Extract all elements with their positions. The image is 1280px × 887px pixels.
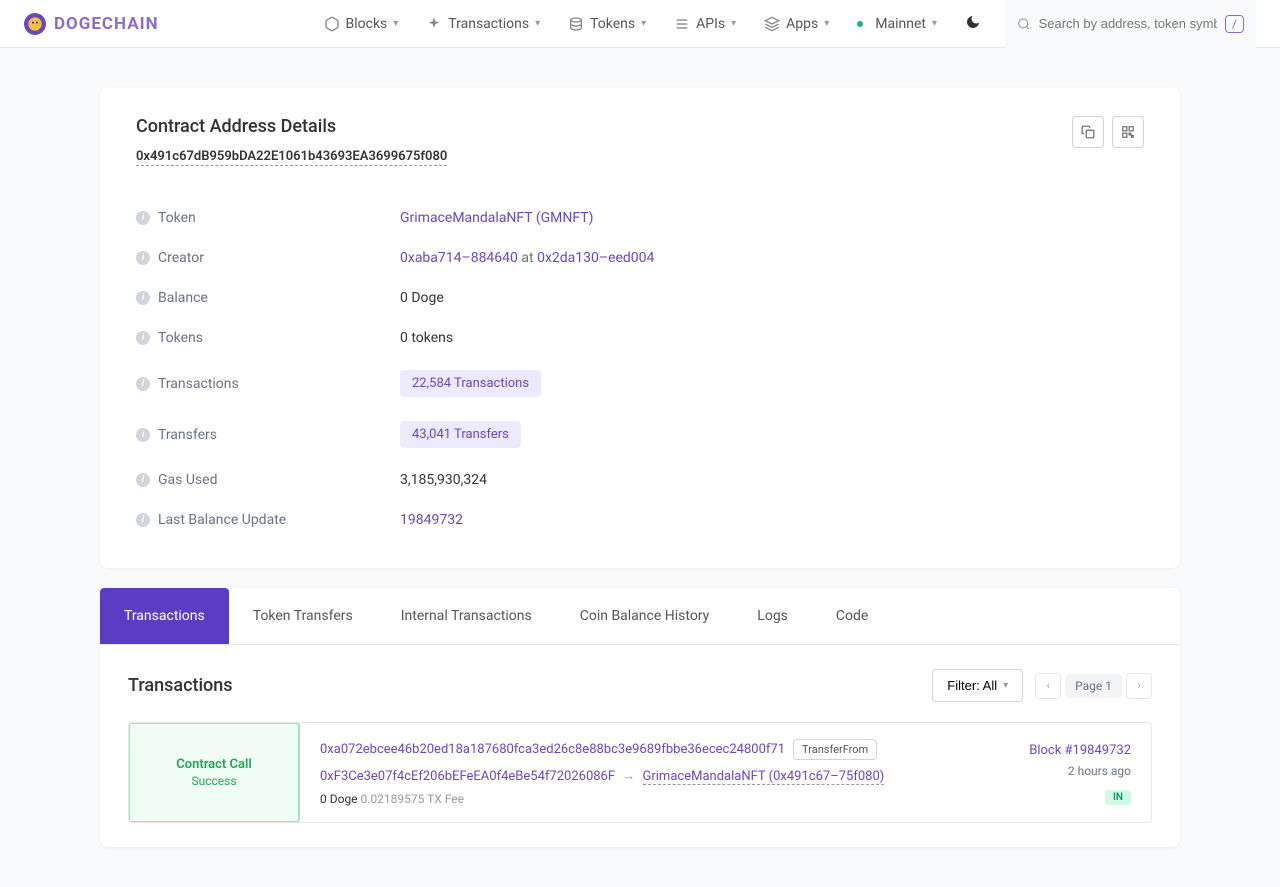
nav-transactions[interactable]: Transactions▾ — [414, 8, 552, 40]
creator-tx-link[interactable]: 0x2da130–eed004 — [537, 250, 654, 266]
field-last-update: iLast Balance Update 19849732 — [136, 500, 1144, 540]
moon-icon — [965, 14, 981, 30]
nav-blocks[interactable]: Blocks▾ — [312, 8, 411, 40]
cube-icon — [324, 16, 340, 32]
field-token: iToken GrimaceMandalaNFT (GMNFT) — [136, 198, 1144, 238]
transaction-row: Contract Call Success 0xa072ebcee46b20ed… — [128, 722, 1152, 823]
logo-icon — [24, 13, 46, 35]
field-transfers: iTransfers 43,041 Transfers — [136, 409, 1144, 460]
tx-status-box: Contract Call Success — [128, 722, 300, 823]
tab-coin-history[interactable]: Coin Balance History — [556, 588, 734, 644]
tab-internal[interactable]: Internal Transactions — [377, 588, 556, 644]
transactions-badge[interactable]: 22,584 Transactions — [400, 370, 541, 397]
tabs: Transactions Token Transfers Internal Tr… — [100, 588, 1180, 645]
info-icon[interactable]: i — [136, 428, 150, 442]
transfers-badge[interactable]: 43,041 Transfers — [400, 421, 521, 448]
tx-value: 0 Doge — [320, 792, 358, 806]
filter-button[interactable]: Filter: All ▾ — [932, 669, 1023, 702]
page-prev[interactable]: ‹ — [1035, 673, 1061, 699]
copy-button[interactable] — [1072, 116, 1104, 148]
chevron-down-icon: ▾ — [932, 18, 937, 29]
tab-code[interactable]: Code — [812, 588, 892, 644]
logo[interactable]: DOGECHAIN — [24, 13, 159, 35]
method-badge: TransferFrom — [793, 739, 877, 760]
tx-block-link[interactable]: Block #19849732 — [1029, 743, 1131, 758]
list-icon — [674, 16, 690, 32]
info-icon[interactable]: i — [136, 513, 150, 527]
page-indicator: Page 1 — [1065, 674, 1122, 698]
info-icon[interactable]: i — [136, 331, 150, 345]
field-tokens: iTokens 0 tokens — [136, 318, 1144, 358]
status-dot — [857, 21, 863, 27]
token-link[interactable]: GrimaceMandalaNFT (GMNFT) — [400, 210, 593, 226]
tx-status: Success — [191, 774, 236, 788]
search-box[interactable]: / — [1005, 0, 1256, 48]
coin-icon — [568, 16, 584, 32]
theme-toggle[interactable] — [953, 6, 993, 42]
logo-text: DOGECHAIN — [54, 14, 159, 34]
contract-address[interactable]: 0x491c67dB959bDA22E1061b43693EA3699675f0… — [136, 149, 447, 166]
chevron-down-icon: ▾ — [393, 18, 398, 29]
tab-token-transfers[interactable]: Token Transfers — [229, 588, 377, 644]
creator-address-link[interactable]: 0xaba714–884640 — [400, 250, 518, 266]
field-gas-used: iGas Used 3,185,930,324 — [136, 460, 1144, 500]
qr-button[interactable] — [1112, 116, 1144, 148]
search-kbd: / — [1225, 15, 1244, 33]
nav-apis[interactable]: APIs▾ — [662, 8, 748, 40]
info-icon[interactable]: i — [136, 251, 150, 265]
field-balance: iBalance 0 Doge — [136, 278, 1144, 318]
arrow-icon: → — [622, 769, 635, 784]
search-icon — [1017, 16, 1031, 32]
chevron-down-icon: ▾ — [1003, 680, 1008, 691]
nav-apps[interactable]: Apps▾ — [752, 8, 841, 40]
tx-type: Contract Call — [176, 757, 252, 772]
section-title: Transactions — [128, 675, 233, 696]
tx-from-link[interactable]: 0xF3Ce3e07f4cEf206bEFeEA0f4eBe54f7202608… — [320, 769, 615, 784]
chevron-down-icon: ▾ — [535, 18, 540, 29]
chevron-down-icon: ▾ — [731, 18, 736, 29]
search-input[interactable] — [1031, 16, 1225, 31]
layers-icon — [764, 16, 780, 32]
info-icon[interactable]: i — [136, 291, 150, 305]
tab-transactions[interactable]: Transactions — [100, 588, 229, 644]
contract-details-card: Contract Address Details 0x491c67dB959bD… — [100, 88, 1180, 568]
last-update-link[interactable]: 19849732 — [400, 512, 463, 528]
info-icon[interactable]: i — [136, 473, 150, 487]
page-next[interactable]: › — [1126, 673, 1152, 699]
tx-hash-link[interactable]: 0xa072ebcee46b20ed18a187680fca3ed26c8e88… — [320, 742, 785, 757]
qr-icon — [1121, 125, 1135, 139]
field-creator: iCreator 0xaba714–884640 at 0x2da130–eed… — [136, 238, 1144, 278]
info-icon[interactable]: i — [136, 211, 150, 225]
direction-badge: IN — [1105, 790, 1131, 805]
info-icon[interactable]: i — [136, 377, 150, 391]
tab-logs[interactable]: Logs — [733, 588, 812, 644]
tx-time: 2 hours ago — [1029, 764, 1131, 778]
chevron-down-icon: ▾ — [641, 18, 646, 29]
field-transactions: iTransactions 22,584 Transactions — [136, 358, 1144, 409]
nav-network[interactable]: Mainnet▾ — [845, 8, 949, 40]
page-title: Contract Address Details — [136, 116, 447, 137]
tx-fee: 0.02189575 TX Fee — [361, 792, 465, 806]
tx-to-link[interactable]: GrimaceMandalaNFT (0x491c67–75f080) — [643, 769, 885, 785]
tabs-card: Transactions Token Transfers Internal Tr… — [100, 588, 1180, 847]
nav-tokens[interactable]: Tokens▾ — [556, 8, 658, 40]
sparkle-icon — [426, 16, 442, 32]
copy-icon — [1081, 125, 1095, 139]
chevron-down-icon: ▾ — [824, 18, 829, 29]
